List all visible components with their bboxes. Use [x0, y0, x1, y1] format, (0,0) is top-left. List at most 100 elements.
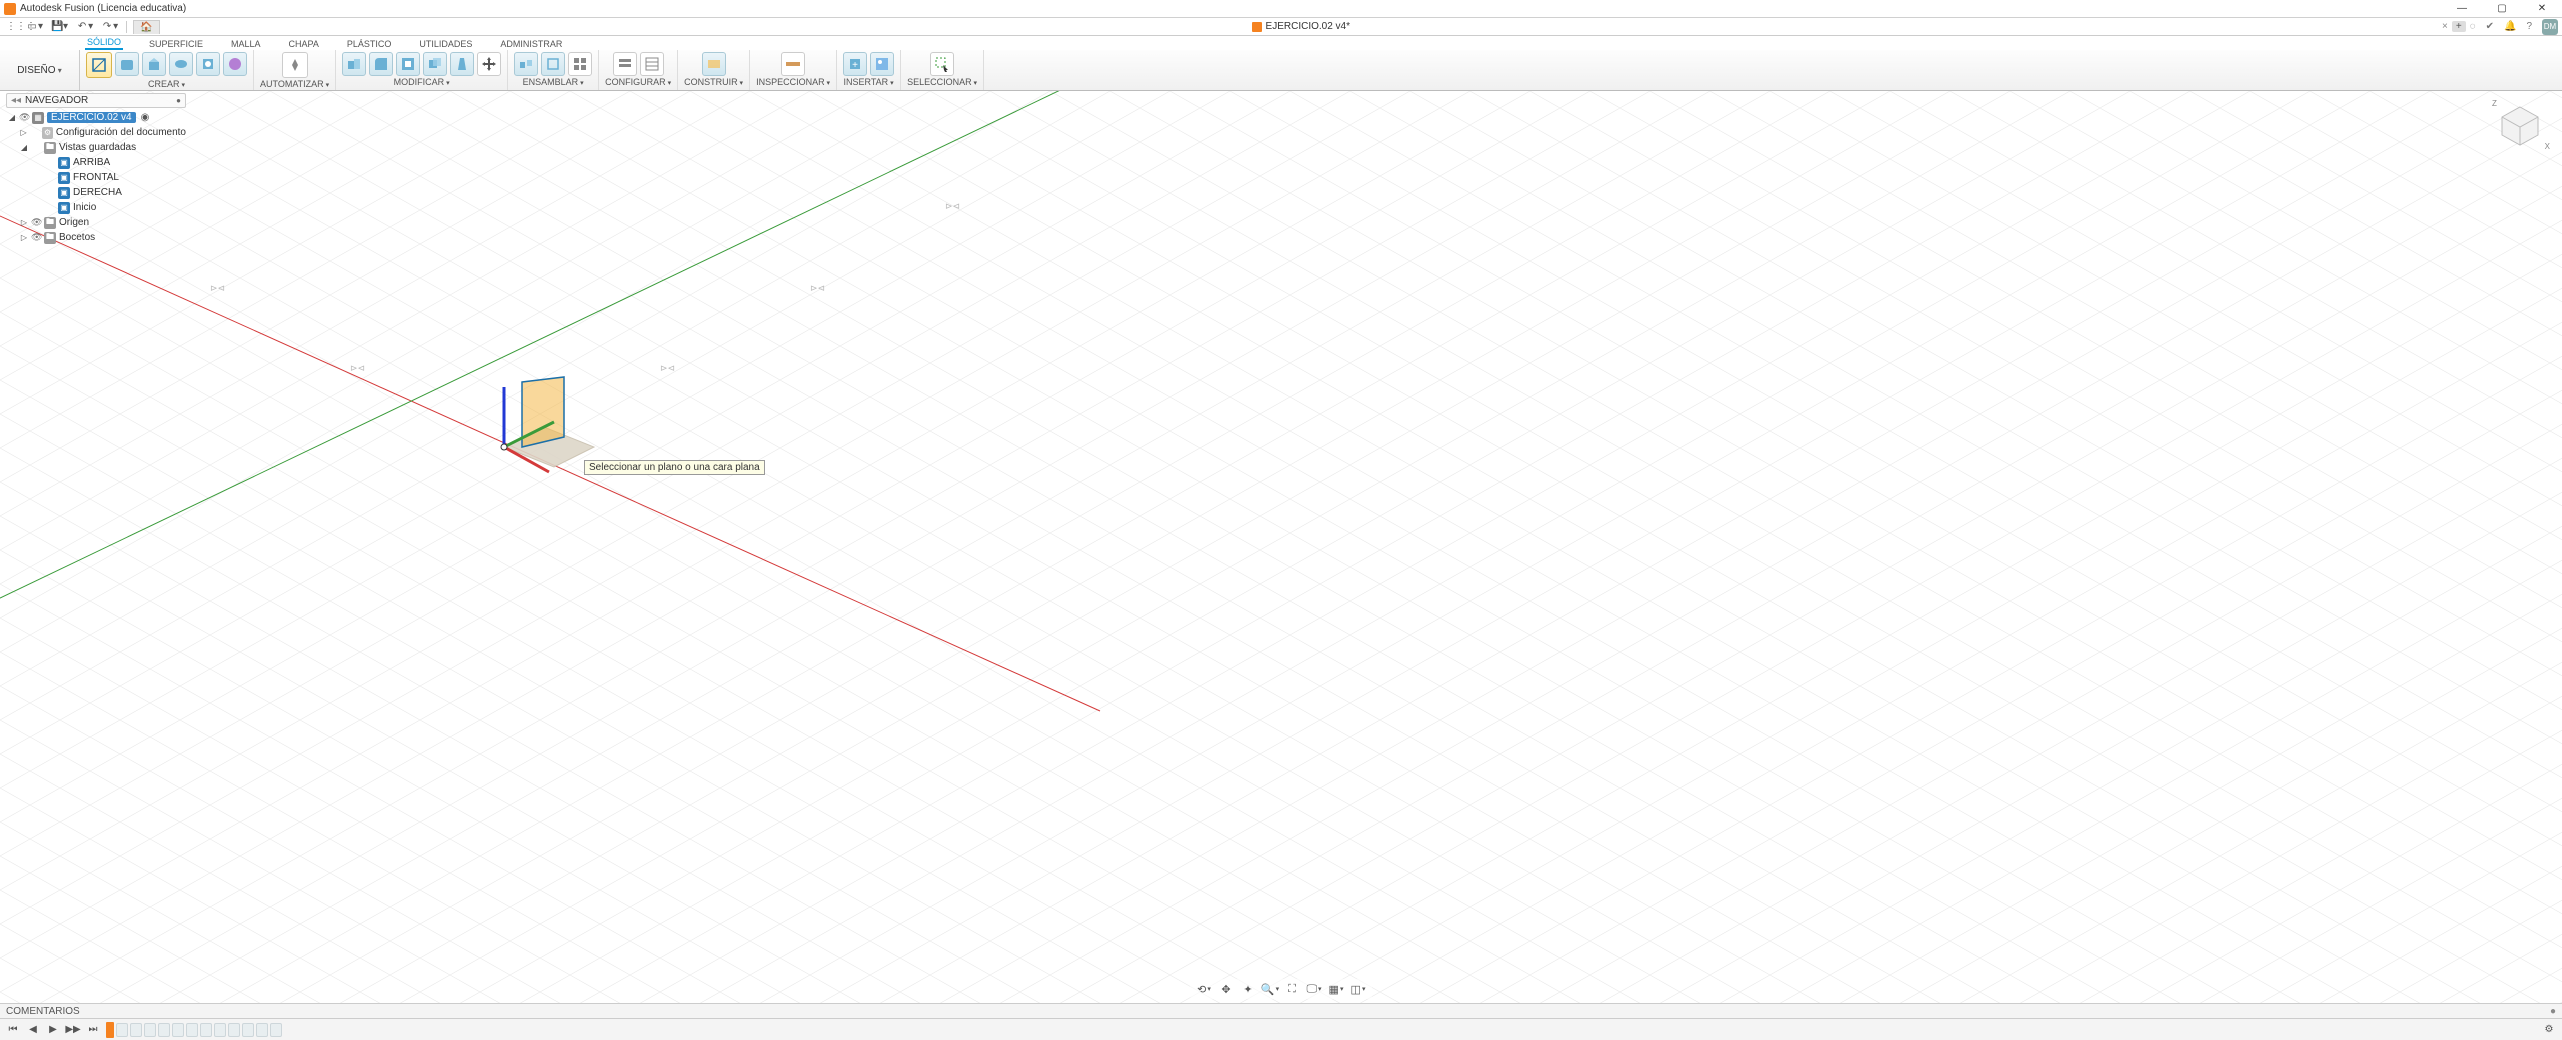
shell-button[interactable] [396, 52, 420, 76]
timeline-feature[interactable] [172, 1023, 184, 1037]
panel-automatizar-label[interactable]: AUTOMATIZAR [260, 79, 329, 89]
tab-malla[interactable]: MALLA [229, 39, 263, 50]
app-menu-icon[interactable]: ⋮⋮⋮ [4, 21, 20, 32]
create-sketch-button[interactable] [86, 52, 112, 78]
as-built-joint-button[interactable] [541, 52, 565, 76]
panel-crear-label[interactable]: CREAR [148, 79, 185, 89]
tree-doc-settings[interactable]: ▷⚙ Configuración del documento [6, 125, 186, 140]
notifications-icon[interactable]: 🔔 [2504, 21, 2516, 32]
tree-root-radio-icon[interactable]: ◉ [141, 112, 150, 123]
panel-configurar-label[interactable]: CONFIGURAR [605, 77, 671, 87]
panel-seleccionar-label[interactable]: SELECCIONAR [907, 77, 977, 87]
window-close-button[interactable]: ✕ [2522, 0, 2562, 18]
create-form-button[interactable] [115, 52, 139, 76]
timeline-feature[interactable] [200, 1023, 212, 1037]
tree-origin[interactable]: ▷👁🖿 Origen [6, 215, 186, 230]
nav-zoom-button[interactable]: 🔍 [1262, 981, 1278, 997]
nav-pan-button[interactable]: ✥ [1218, 981, 1234, 997]
redo-button[interactable]: ↷▾ [99, 21, 120, 32]
panel-modificar-label[interactable]: MODIFICAR [394, 77, 450, 87]
selected-sketch-plane[interactable] [504, 377, 624, 502]
timeline-marker[interactable] [106, 1022, 114, 1038]
joint-button[interactable] [514, 52, 538, 76]
fillet-button[interactable] [369, 52, 393, 76]
comments-options-icon[interactable]: ● [2550, 1006, 2556, 1017]
tab-plastico[interactable]: PLÁSTICO [345, 39, 394, 50]
tree-view-top[interactable]: ▣ ARRIBA [6, 155, 186, 170]
timeline-next-button[interactable]: ▶▶ [66, 1023, 80, 1037]
timeline-feature[interactable] [214, 1023, 226, 1037]
nav-lookat-button[interactable]: ✦ [1240, 981, 1256, 997]
file-menu-button[interactable]: ▭▾ [24, 21, 45, 32]
tree-root[interactable]: ◢👁▦ EJERCICIO.02 v4 ◉ [6, 110, 186, 125]
timeline-prev-button[interactable]: ◀ [26, 1023, 40, 1037]
tree-view-right[interactable]: ▣ DERECHA [6, 185, 186, 200]
move-button[interactable] [477, 52, 501, 76]
tree-sketches[interactable]: ▷👁🖿 Bocetos [6, 230, 186, 245]
help-icon[interactable]: ? [2526, 21, 2532, 32]
timeline-feature[interactable] [116, 1023, 128, 1037]
timeline-last-button[interactable]: ⏭ [86, 1023, 100, 1037]
joint-origin-button[interactable] [568, 52, 592, 76]
job-status-icon[interactable]: ✔ [2486, 21, 2494, 32]
tab-administrar[interactable]: ADMINISTRAR [498, 39, 564, 50]
draft-button[interactable] [450, 52, 474, 76]
new-tab-button[interactable]: + [2452, 21, 2466, 32]
timeline-feature[interactable] [256, 1023, 268, 1037]
tree-view-home[interactable]: ▣ Inicio [6, 200, 186, 215]
nav-grid-button[interactable]: ▦ [1328, 981, 1344, 997]
undo-button[interactable]: ↶▾ [74, 21, 95, 32]
tab-chapa[interactable]: CHAPA [287, 39, 321, 50]
tab-close-button[interactable]: × [2442, 21, 2448, 32]
insert-derive-button[interactable]: + [843, 52, 867, 76]
revolve-button[interactable] [169, 52, 193, 76]
tree-view-front[interactable]: ▣ FRONTAL [6, 170, 186, 185]
document-tab[interactable]: EJERCICIO.02 v4* [1252, 21, 1350, 32]
extensions-icon[interactable]: ◌ [2470, 21, 2476, 32]
combine-button[interactable] [423, 52, 447, 76]
press-pull-button[interactable] [342, 52, 366, 76]
nav-orbit-button[interactable]: ⟲ [1196, 981, 1212, 997]
timeline-feature[interactable] [158, 1023, 170, 1037]
panel-insertar-label[interactable]: INSERTAR [843, 77, 893, 87]
view-cube[interactable]: Z X [2496, 101, 2544, 149]
tab-solido[interactable]: SÓLIDO [85, 37, 123, 50]
timeline-feature[interactable] [130, 1023, 142, 1037]
nav-display-button[interactable]: 🖵 [1306, 981, 1322, 997]
timeline-feature[interactable] [270, 1023, 282, 1037]
panel-ensamblar-label[interactable]: ENSAMBLAR [523, 77, 584, 87]
select-button[interactable] [930, 52, 954, 76]
insert-decal-button[interactable] [870, 52, 894, 76]
extrude-button[interactable] [142, 52, 166, 76]
change-parameters-button[interactable] [613, 52, 637, 76]
save-button[interactable]: 💾▾ [49, 21, 70, 32]
timeline-first-button[interactable]: ⏮ [6, 1023, 20, 1037]
timeline-settings-button[interactable]: ⚙ [2542, 1023, 2556, 1037]
viewport-3d[interactable]: ⊳⊲ ⊳⊲ ⊳⊲ ⊳⊲ ⊳⊲ [0, 91, 2562, 1003]
home-tab-button[interactable]: 🏠 [133, 20, 159, 34]
timeline-feature[interactable] [228, 1023, 240, 1037]
emboss-button[interactable] [223, 52, 247, 76]
timeline-play-button[interactable]: ▶ [46, 1023, 60, 1037]
browser-collapse-icon[interactable]: ◂◂ [11, 95, 21, 106]
tree-named-views[interactable]: ◢🖿 Vistas guardadas [6, 140, 186, 155]
window-minimize-button[interactable]: — [2442, 0, 2482, 18]
tab-superficie[interactable]: SUPERFICIE [147, 39, 205, 50]
automate-button[interactable] [282, 52, 308, 78]
timeline-feature[interactable] [144, 1023, 156, 1037]
panel-inspeccionar-label[interactable]: INSPECCIONAR [756, 77, 830, 87]
window-maximize-button[interactable]: ▢ [2482, 0, 2522, 18]
configure-button[interactable] [640, 52, 664, 76]
timeline-feature[interactable] [242, 1023, 254, 1037]
nav-fit-button[interactable]: ⛶ [1284, 981, 1300, 997]
workspace-switcher[interactable]: DISEÑO [0, 50, 80, 90]
construct-plane-button[interactable] [702, 52, 726, 76]
nav-viewports-button[interactable]: ◫ [1350, 981, 1366, 997]
timeline-track[interactable] [106, 1022, 2536, 1038]
panel-construir-label[interactable]: CONSTRUIR [684, 77, 743, 87]
browser-options-icon[interactable]: ● [176, 96, 181, 105]
user-avatar[interactable]: DM [2542, 19, 2558, 35]
timeline-feature[interactable] [186, 1023, 198, 1037]
tab-utilidades[interactable]: UTILIDADES [417, 39, 474, 50]
measure-button[interactable] [781, 52, 805, 76]
